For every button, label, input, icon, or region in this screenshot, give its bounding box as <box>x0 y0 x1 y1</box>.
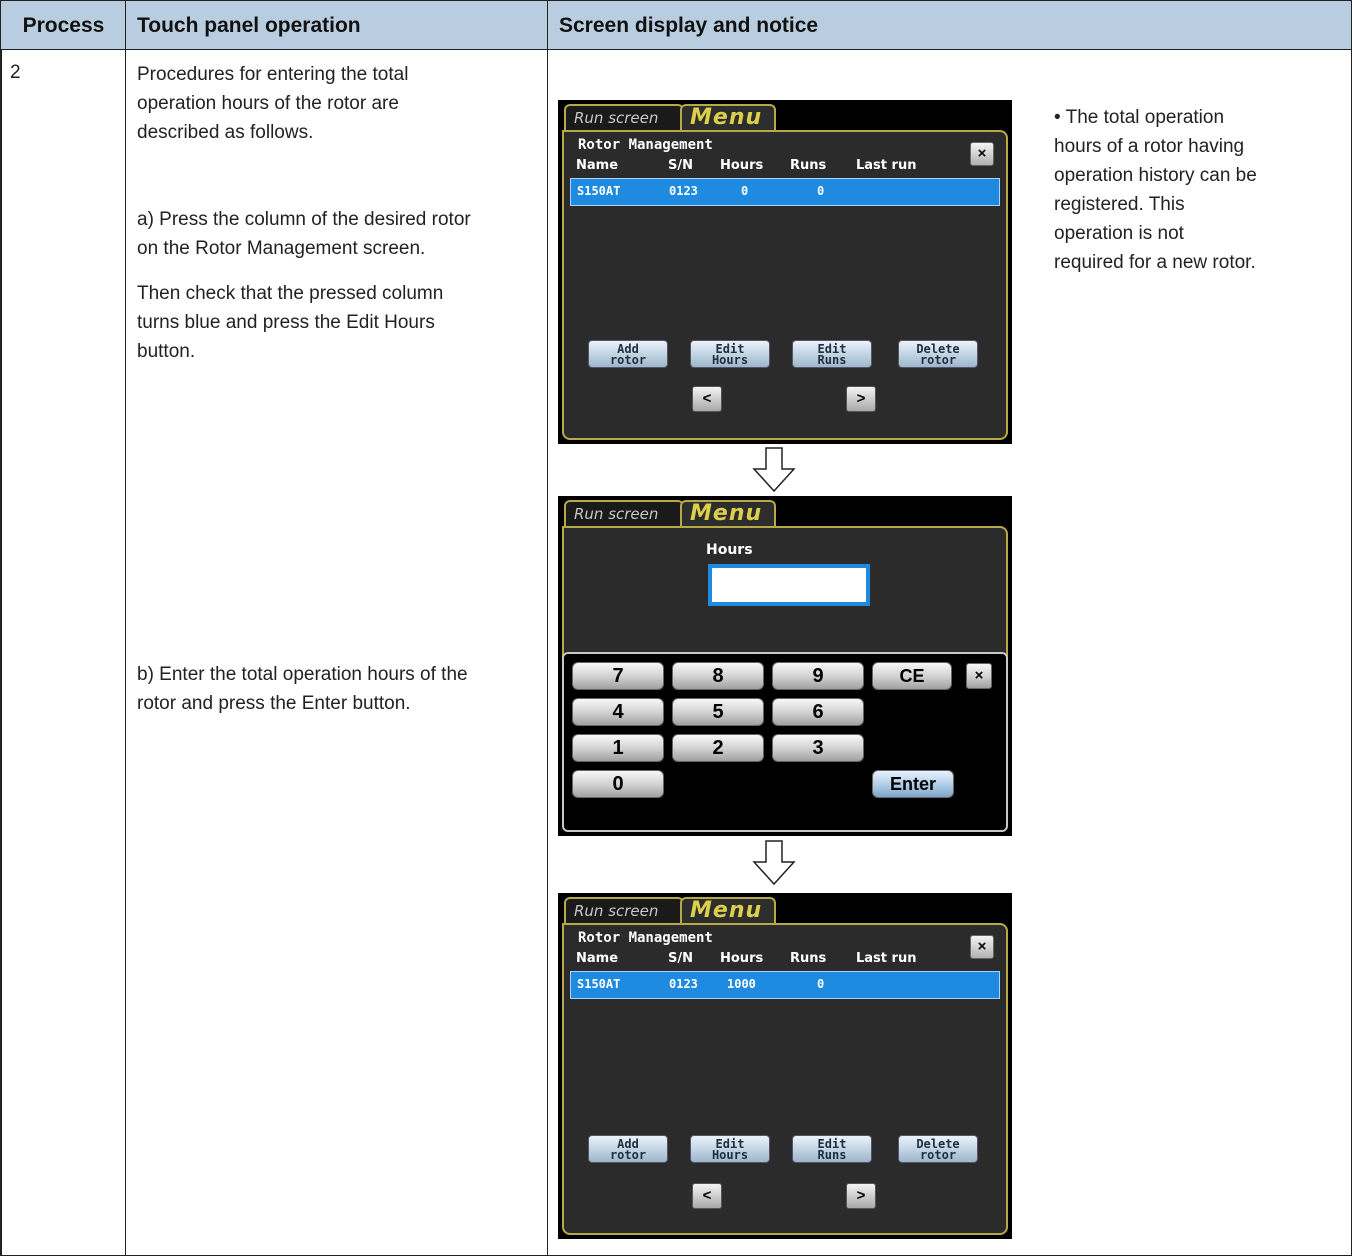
intro-text: Procedures for entering the total operat… <box>137 64 409 143</box>
notice-text: • The total operation hours of a rotor h… <box>1054 107 1257 273</box>
hours-input[interactable] <box>708 564 870 606</box>
edit-hours-button[interactable]: Edit Hours <box>690 340 770 368</box>
panel-title: Rotor Management <box>578 930 713 946</box>
next-page-button[interactable]: > <box>846 386 876 412</box>
tab-menu[interactable]: Menu <box>680 500 776 526</box>
chevron-left-icon: < <box>702 390 712 407</box>
key-2[interactable]: 2 <box>672 734 764 762</box>
step-a-check-text: Then check that the pressed column turns… <box>137 283 444 362</box>
chevron-right-icon: > <box>856 1187 866 1204</box>
key-0[interactable]: 0 <box>572 770 664 798</box>
edit-runs-button[interactable]: Edit Runs <box>792 1135 872 1163</box>
screen-tabs: Run screen Menu <box>562 104 822 130</box>
column-header-last-run: Last run <box>856 158 917 173</box>
step-b-text: b) Enter the total operation hours of th… <box>137 664 468 714</box>
column-header-runs: Runs <box>790 158 827 173</box>
column-header-name: Name <box>576 951 619 966</box>
next-page-button[interactable]: > <box>846 1183 876 1209</box>
table-row[interactable]: S150AT 0123 1000 0 <box>570 971 1000 999</box>
close-icon: × <box>977 145 987 162</box>
down-arrow-icon <box>752 840 796 886</box>
column-header-sn: S/N <box>668 158 693 173</box>
process-number: 2 <box>10 62 21 83</box>
row-sn: 0123 <box>669 184 698 198</box>
key-7[interactable]: 7 <box>572 662 664 690</box>
prev-page-button[interactable]: < <box>692 1183 722 1209</box>
tab-menu[interactable]: Menu <box>680 104 776 130</box>
key-3[interactable]: 3 <box>772 734 864 762</box>
screen-tabs: Run screen Menu <box>562 500 822 526</box>
row-sn: 0123 <box>669 977 698 991</box>
edit-runs-button[interactable]: Edit Runs <box>792 340 872 368</box>
column-header-hours: Hours <box>720 158 764 173</box>
key-4[interactable]: 4 <box>572 698 664 726</box>
table-row[interactable]: S150AT 0123 0 0 <box>570 178 1000 206</box>
close-icon: × <box>974 667 984 684</box>
column-header-sn: S/N <box>668 951 693 966</box>
row-hours: 1000 <box>727 977 756 991</box>
key-8[interactable]: 8 <box>672 662 764 690</box>
tab-run-screen[interactable]: Run screen <box>564 500 684 526</box>
column-header-last-run: Last run <box>856 951 917 966</box>
header-process: Process <box>22 14 105 37</box>
numeric-keypad: 7 8 9 CE × 4 5 6 1 2 3 0 Enter <box>562 652 1008 832</box>
rotor-management-screen-before: Run screen Menu Rotor Management × Name … <box>558 100 1012 444</box>
edit-hours-button[interactable]: Edit Hours <box>690 1135 770 1163</box>
screen-tabs: Run screen Menu <box>562 897 822 923</box>
tab-run-screen[interactable]: Run screen <box>564 104 684 130</box>
enter-button[interactable]: Enter <box>872 770 954 798</box>
hours-field-label: Hours <box>706 542 753 558</box>
chevron-right-icon: > <box>856 390 866 407</box>
key-6[interactable]: 6 <box>772 698 864 726</box>
chevron-left-icon: < <box>702 1187 712 1204</box>
close-icon: × <box>977 938 987 955</box>
close-button[interactable]: × <box>970 142 994 166</box>
delete-rotor-button[interactable]: Delete rotor <box>898 1135 978 1163</box>
rotor-management-screen-after: Run screen Menu Rotor Management × Name … <box>558 893 1012 1239</box>
header-screen-display: Screen display and notice <box>559 14 819 37</box>
row-name: S150AT <box>577 184 621 198</box>
column-divider <box>547 0 548 1256</box>
header-touch-panel-operation: Touch panel operation <box>137 14 361 37</box>
clear-entry-button[interactable]: CE <box>872 662 952 690</box>
column-divider <box>125 0 126 1256</box>
column-header-hours: Hours <box>720 951 764 966</box>
down-arrow-icon <box>752 447 796 493</box>
table-header: Process Touch panel operation Screen dis… <box>0 0 1352 50</box>
tab-menu[interactable]: Menu <box>680 897 776 923</box>
row-name: S150AT <box>577 977 621 991</box>
manual-page: Process Touch panel operation Screen dis… <box>0 0 1352 1256</box>
prev-page-button[interactable]: < <box>692 386 722 412</box>
menu-panel: Rotor Management × Name S/N Hours Runs L… <box>562 130 1008 440</box>
key-5[interactable]: 5 <box>672 698 764 726</box>
column-header-name: Name <box>576 158 619 173</box>
tab-run-screen[interactable]: Run screen <box>564 897 684 923</box>
hours-entry-screen: Run screen Menu Hours 7 8 9 CE × 4 5 6 1… <box>558 496 1012 836</box>
close-button[interactable]: × <box>970 935 994 959</box>
step-a-text: a) Press the column of the desired rotor… <box>137 209 471 259</box>
key-9[interactable]: 9 <box>772 662 864 690</box>
row-runs: 0 <box>817 184 825 198</box>
menu-panel: Rotor Management × Name S/N Hours Runs L… <box>562 923 1008 1235</box>
row-hours: 0 <box>741 184 749 198</box>
add-rotor-button[interactable]: Add rotor <box>588 340 668 368</box>
panel-title: Rotor Management <box>578 137 713 153</box>
row-runs: 0 <box>817 977 825 991</box>
key-1[interactable]: 1 <box>572 734 664 762</box>
delete-rotor-button[interactable]: Delete rotor <box>898 340 978 368</box>
column-header-runs: Runs <box>790 951 827 966</box>
keypad-close-button[interactable]: × <box>966 663 992 689</box>
add-rotor-button[interactable]: Add rotor <box>588 1135 668 1163</box>
